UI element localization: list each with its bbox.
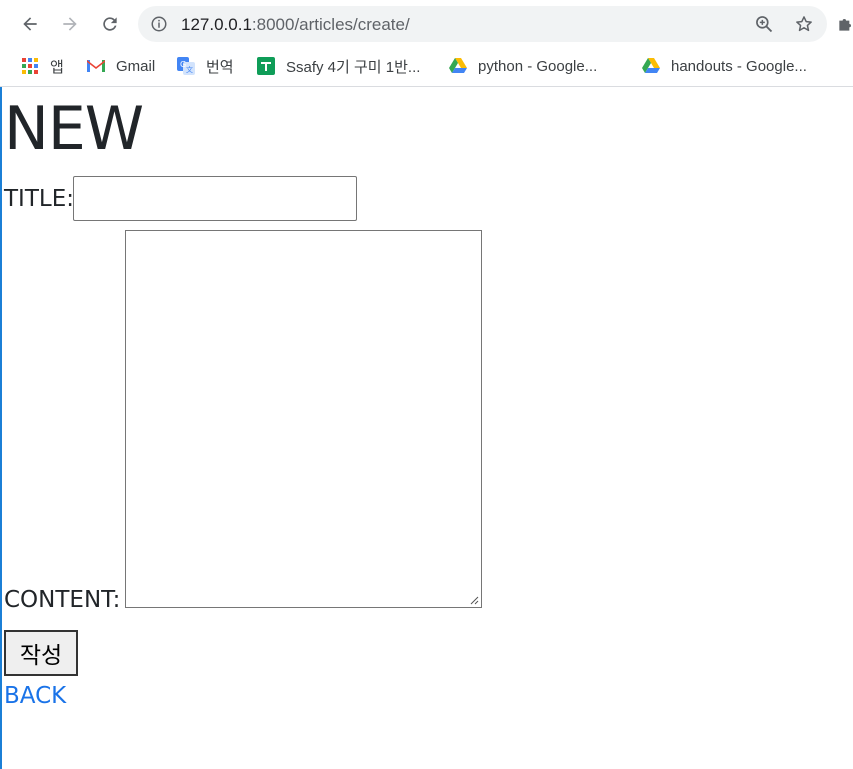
title-input[interactable] (73, 176, 357, 221)
bookmark-gmail[interactable]: Gmail (86, 54, 155, 78)
extension-puzzle-icon[interactable] (836, 14, 853, 34)
url-path: :8000/articles/create/ (251, 15, 410, 34)
bookmark-label: 앱 (50, 58, 64, 76)
resize-grip-icon[interactable] (469, 595, 479, 605)
bookmark-label: Ssafy 4기 구미 1반... (286, 58, 421, 76)
bookmark-label: handouts - Google... (671, 57, 807, 75)
bookmark-label: python - Google... (478, 57, 598, 75)
zoom-icon[interactable] (754, 14, 774, 34)
content-textarea[interactable] (125, 230, 482, 608)
content-label: CONTENT: (4, 587, 121, 613)
google-drive-icon (641, 56, 661, 76)
bookmark-apps[interactable]: 앱 (20, 54, 64, 78)
bookmark-handouts-drive[interactable]: handouts - Google... (641, 54, 807, 78)
browser-toolbar: 127.0.0.1:8000/articles/create/ (0, 0, 853, 48)
submit-button[interactable]: 작성 (4, 630, 78, 676)
address-bar[interactable]: 127.0.0.1:8000/articles/create/ (138, 6, 827, 42)
title-label: TITLE: (4, 186, 74, 212)
reload-icon[interactable] (95, 9, 125, 39)
bookmark-python-drive[interactable]: python - Google... (448, 54, 597, 78)
google-translate-icon: G 文 (176, 56, 196, 76)
bookmark-ssafy-sheet[interactable]: Ssafy 4기 구미 1반... (256, 54, 420, 78)
bookmark-label: 번역 (206, 58, 234, 76)
svg-text:文: 文 (186, 65, 193, 74)
gmail-icon (86, 56, 106, 76)
url-text[interactable]: 127.0.0.1:8000/articles/create/ (181, 15, 410, 35)
back-arrow-icon[interactable] (15, 9, 45, 39)
bookmarks-bar: 앱 Gmail G 文 번역 Ssafy 4기 구미 1반... python … (0, 48, 853, 87)
google-sheets-icon (256, 56, 276, 76)
back-link[interactable]: BACK (4, 683, 66, 709)
forward-arrow-icon[interactable] (55, 9, 85, 39)
bookmark-star-icon[interactable] (794, 14, 814, 34)
bookmark-translate[interactable]: G 文 번역 (176, 54, 234, 78)
window-edge (0, 0, 2, 769)
url-host: 127.0.0.1 (181, 15, 252, 34)
bookmark-label: Gmail (116, 57, 156, 75)
google-drive-icon (448, 56, 468, 76)
page-title: NEW (4, 94, 144, 164)
apps-grid-icon (20, 56, 40, 76)
site-info-icon[interactable] (150, 15, 168, 33)
